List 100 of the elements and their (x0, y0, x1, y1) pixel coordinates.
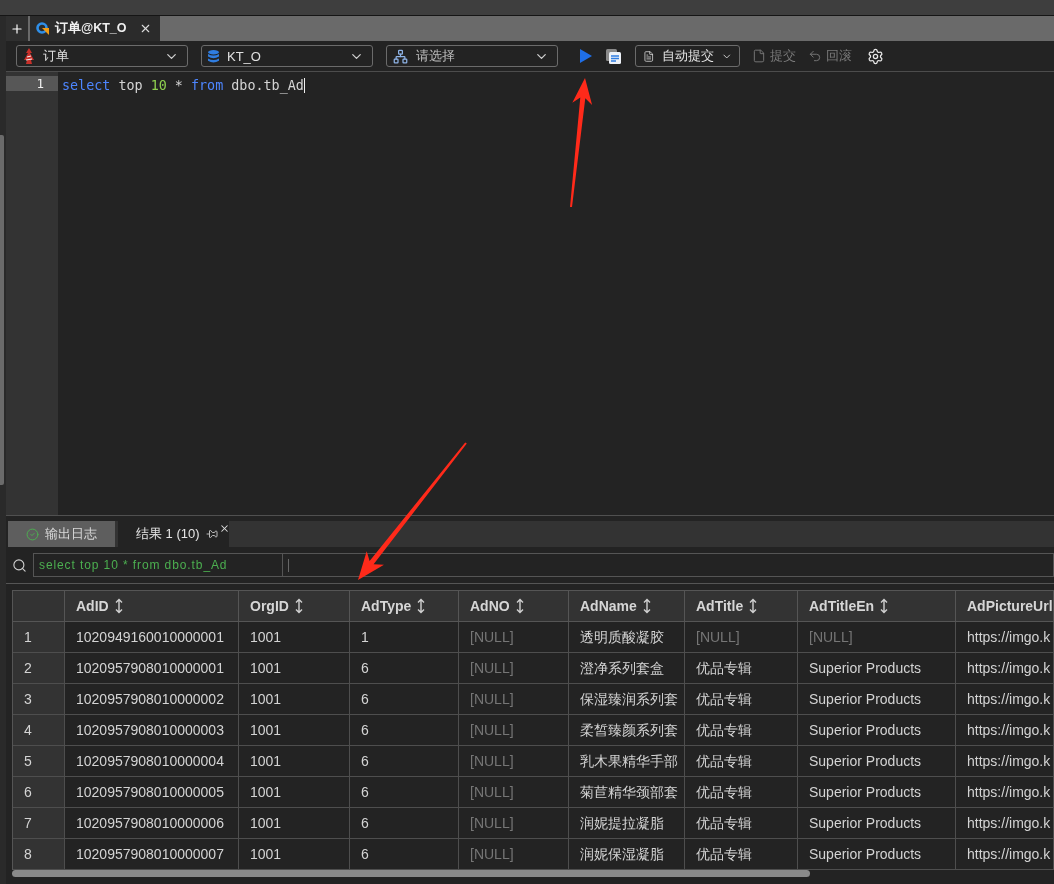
table-cell: https://imgo.k (956, 839, 1054, 870)
table-cell: 1 (350, 622, 459, 653)
table-cell: 1001 (239, 777, 350, 808)
table-cell: 6 (350, 808, 459, 839)
document-icon (643, 48, 655, 64)
column-header[interactable]: AdID (65, 591, 239, 622)
table-cell: https://imgo.k (956, 653, 1054, 684)
database-select[interactable]: KT_O (201, 45, 373, 67)
table-cell: [NULL] (459, 839, 569, 870)
table-cell: 优品专辑 (685, 653, 798, 684)
table-cell: 6 (350, 746, 459, 777)
row-number: 6 (13, 777, 65, 808)
table-cell: Superior Products (798, 746, 956, 777)
row-number: 2 (13, 653, 65, 684)
column-header[interactable]: AdPictureUrl (956, 591, 1054, 622)
table-cell: 1020957908010000003 (65, 715, 239, 746)
sort-icon (417, 598, 426, 614)
settings-icon (867, 47, 884, 65)
scrollbar-thumb[interactable] (0, 135, 4, 485)
result-tab[interactable]: 输出日志 (8, 521, 115, 547)
table-cell: 6 (350, 777, 459, 808)
column-header[interactable]: AdTitleEn (798, 591, 956, 622)
column-header[interactable]: AdTitle (685, 591, 798, 622)
table-cell: 优品专辑 (685, 808, 798, 839)
server-icon (23, 48, 35, 64)
table-cell: 优品专辑 (685, 839, 798, 870)
pin-icon (205, 528, 218, 540)
plus-icon (10, 21, 24, 36)
sort-icon (515, 598, 524, 614)
table-cell: 1020957908010000004 (65, 746, 239, 777)
table-cell: [NULL] (798, 622, 956, 653)
editor-tab[interactable]: 订单@KT_O (30, 16, 160, 41)
table-cell: 1001 (239, 653, 350, 684)
table-cell: https://imgo.k (956, 715, 1054, 746)
query-field[interactable]: select top 10 * from dbo.tb_Ad (33, 553, 283, 577)
table-cell: 6 (350, 839, 459, 870)
search-icon (12, 557, 27, 573)
scrollbar-thumb[interactable] (12, 870, 810, 877)
sort-icon (749, 598, 758, 614)
table-cell: [NULL] (459, 715, 569, 746)
query-icon (36, 22, 49, 35)
autocommit-dropdown[interactable]: 自动提交 (635, 45, 740, 67)
table-cell: https://imgo.k (956, 684, 1054, 715)
sort-icon (114, 598, 123, 614)
table-cell: https://imgo.k (956, 746, 1054, 777)
table-cell: 润妮提拉凝脂 (569, 808, 685, 839)
table-cell: https://imgo.k (956, 622, 1054, 653)
table-cell: 乳木果精华手部 (569, 746, 685, 777)
hierarchy-icon (393, 48, 408, 64)
sort-icon (642, 598, 651, 614)
table-cell: 1001 (239, 746, 350, 777)
table-cell: 保湿臻润系列套 (569, 684, 685, 715)
play-icon (580, 49, 592, 63)
column-header[interactable]: AdType (350, 591, 459, 622)
column-header[interactable]: AdNO (459, 591, 569, 622)
table-cell: 优品专辑 (685, 777, 798, 808)
new-tab-button[interactable] (6, 16, 28, 41)
close-button[interactable] (219, 523, 230, 534)
table-cell: 澄净系列套盒 (569, 653, 685, 684)
result-tab[interactable]: 结果 1 (10) (118, 521, 229, 547)
column-header[interactable]: AdName (569, 591, 685, 622)
sort-icon (294, 598, 303, 614)
schema-select[interactable]: 请选择 (386, 45, 558, 67)
table-cell: https://imgo.k (956, 808, 1054, 839)
table-cell: [NULL] (459, 653, 569, 684)
row-number: 8 (13, 839, 65, 870)
row-number: 7 (13, 808, 65, 839)
column-header[interactable]: OrgID (239, 591, 350, 622)
table-cell: 1020957908010000006 (65, 808, 239, 839)
row-number: 4 (13, 715, 65, 746)
table-cell: 1001 (239, 808, 350, 839)
filter-field[interactable] (283, 553, 1054, 577)
table-cell: 优品专辑 (685, 684, 798, 715)
table-cell: 1001 (239, 684, 350, 715)
table-cell: 6 (350, 715, 459, 746)
table-cell: Superior Products (798, 808, 956, 839)
table-cell: Superior Products (798, 839, 956, 870)
table-cell: https://imgo.k (956, 777, 1054, 808)
table-cell: [NULL] (459, 808, 569, 839)
table-cell: Superior Products (798, 715, 956, 746)
table-cell: 1020957908010000005 (65, 777, 239, 808)
table-cell: [NULL] (685, 622, 798, 653)
table-cell: 柔皙臻颜系列套 (569, 715, 685, 746)
table-cell: 6 (350, 684, 459, 715)
connection-select[interactable]: 订单 (16, 45, 188, 67)
table-cell: [NULL] (459, 777, 569, 808)
check-circle-icon (26, 527, 39, 541)
file-icon (752, 49, 766, 63)
close-icon (219, 523, 230, 534)
table-cell: 1001 (239, 622, 350, 653)
table-cell: 1020949160010000001 (65, 622, 239, 653)
settings-button[interactable] (867, 47, 884, 65)
code-line: select top 10 * from dbo.tb_Ad (62, 78, 305, 93)
table-cell: 优品专辑 (685, 746, 798, 777)
table-cell: [NULL] (459, 622, 569, 653)
sort-icon (880, 598, 889, 614)
database-icon (208, 49, 219, 63)
table-cell: 1020957908010000002 (65, 684, 239, 715)
table-cell: [NULL] (459, 746, 569, 777)
close-button[interactable] (139, 22, 152, 35)
